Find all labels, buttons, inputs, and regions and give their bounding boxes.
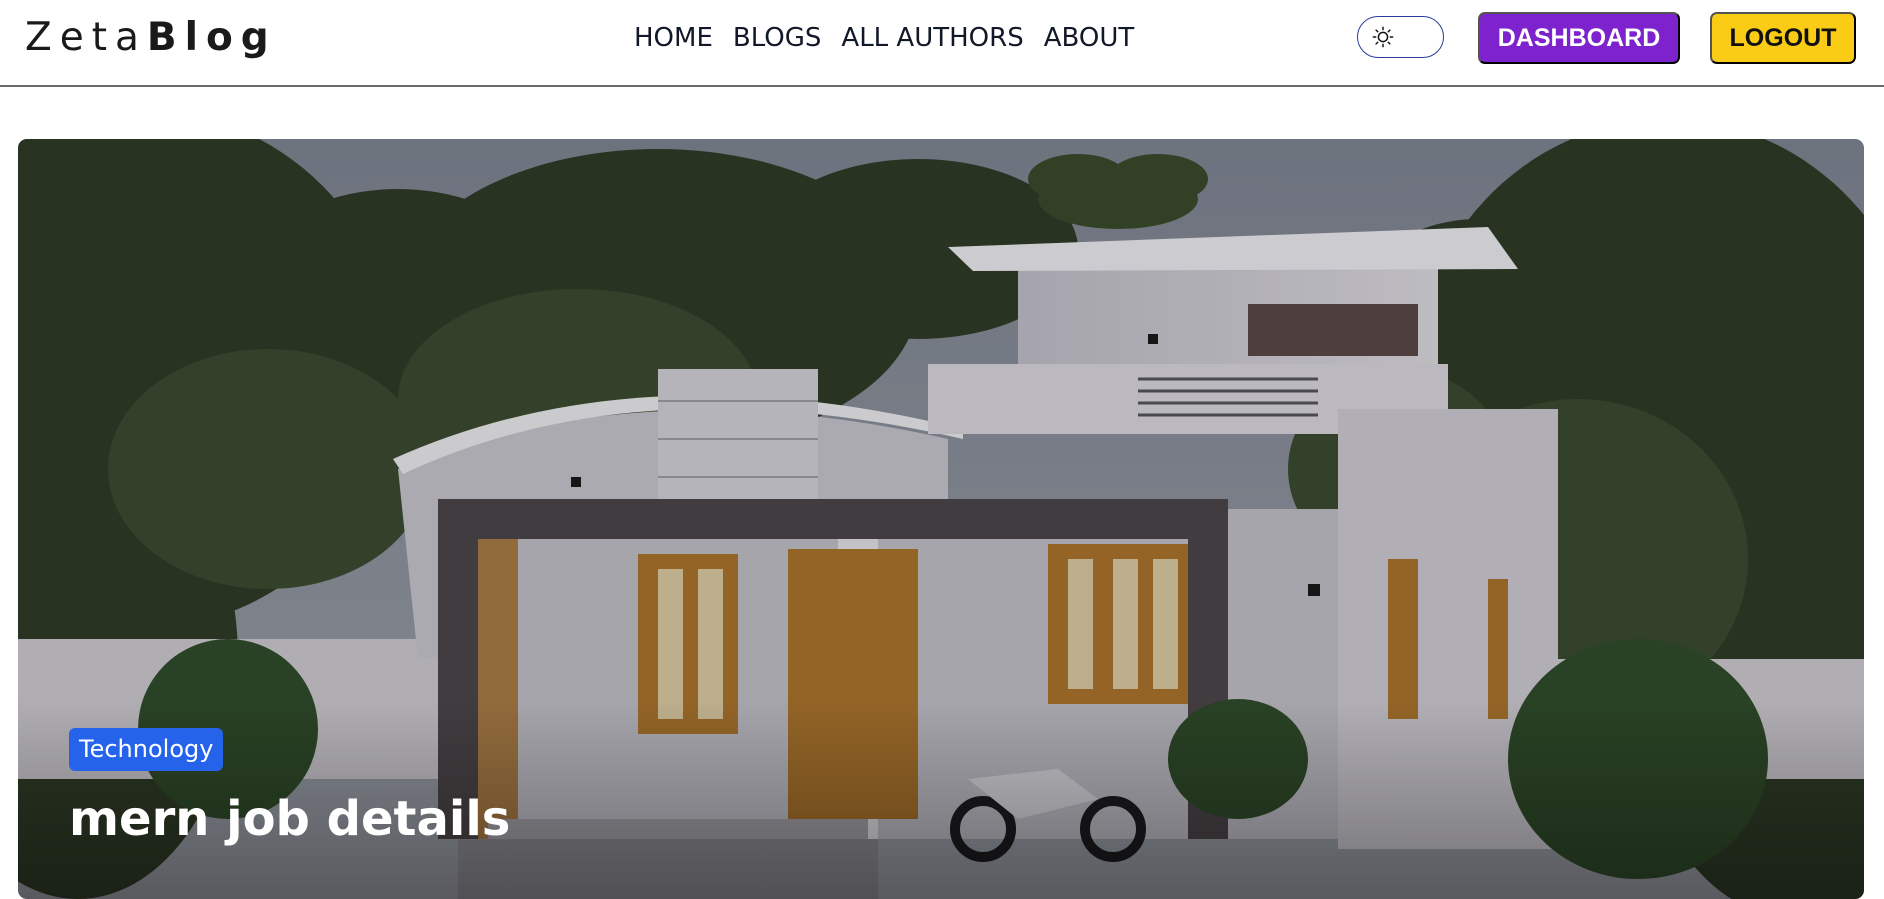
logout-button[interactable]: LOGOUT	[1710, 12, 1856, 64]
theme-toggle[interactable]	[1357, 16, 1444, 58]
navbar: ZetaBlog HOME BLOGS ALL AUTHORS ABOUT DA…	[0, 0, 1884, 87]
site-logo[interactable]: ZetaBlog	[25, 15, 277, 61]
main-nav: HOME BLOGS ALL AUTHORS ABOUT	[634, 20, 1134, 56]
dashboard-button[interactable]: DASHBOARD	[1478, 12, 1680, 64]
nav-link-blogs[interactable]: BLOGS	[733, 23, 822, 53]
sun-icon	[1372, 26, 1394, 48]
hero-card[interactable]: Technology mern job details	[18, 139, 1864, 899]
post-title[interactable]: mern job details	[69, 789, 510, 849]
nav-link-home[interactable]: HOME	[634, 23, 713, 53]
category-badge[interactable]: Technology	[69, 728, 224, 771]
nav-link-all-authors[interactable]: ALL AUTHORS	[841, 23, 1023, 53]
logo-text-light: Zeta	[25, 15, 147, 60]
nav-link-about[interactable]: ABOUT	[1044, 23, 1135, 53]
logo-text-bold: Blog	[146, 15, 277, 60]
